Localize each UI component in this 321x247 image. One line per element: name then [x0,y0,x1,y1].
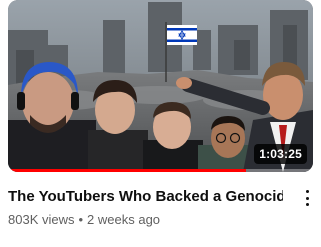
watch-progress-fill [8,169,246,172]
meta-separator: • [78,212,84,227]
view-count: 803K views [8,212,75,227]
video-card[interactable]: 1:03:25 The YouTubers Who Backed a Genoc… [0,0,321,247]
upload-age: 2 weeks ago [87,212,161,227]
kebab-dot [305,196,309,200]
video-metadata: 803K views • 2 weeks ago [8,212,160,227]
video-title[interactable]: The YouTubers Who Backed a Genocide [8,187,283,206]
watch-progress-bar [8,169,313,172]
kebab-dot [305,203,309,206]
kebab-dot [305,190,309,193]
duration-badge: 1:03:25 [254,144,307,164]
video-thumbnail[interactable]: 1:03:25 [8,0,313,172]
more-vert-icon[interactable] [301,188,313,208]
